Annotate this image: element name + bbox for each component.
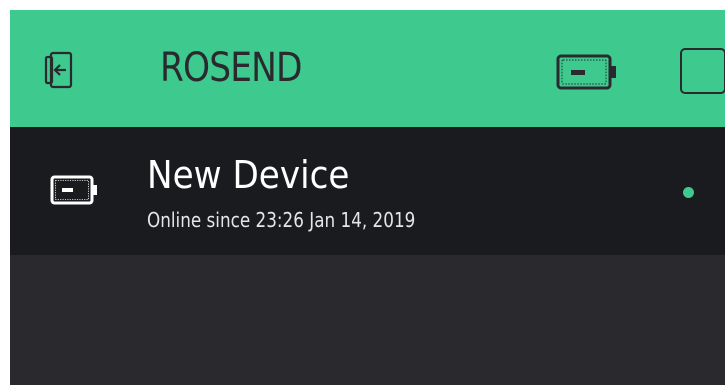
device-icon [50, 175, 100, 205]
device-icon[interactable] [556, 54, 618, 90]
square-button[interactable] [680, 48, 725, 94]
device-icon [556, 54, 616, 90]
device-status: Online since 23:26 Jan 14, 2019 [147, 208, 416, 232]
online-status-dot [683, 187, 694, 198]
app-title: ROSEND [160, 45, 302, 91]
app-header: ROSEND [10, 10, 725, 127]
device-list-item[interactable]: New Device Online since 23:26 Jan 14, 20… [10, 127, 725, 255]
device-exit-icon [44, 51, 73, 89]
app-frame: ROSEND New Device Online since 23:26 Jan… [10, 10, 725, 385]
device-name: New Device [147, 153, 350, 197]
back-icon[interactable] [44, 50, 74, 90]
